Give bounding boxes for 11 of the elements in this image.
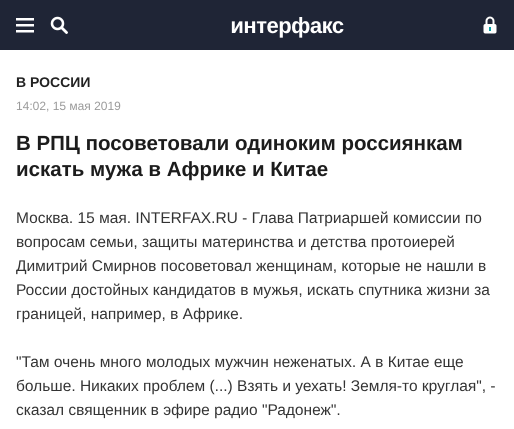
article-paragraph: Москва. 15 мая. INTERFAX.RU - Глава Патриаршей комиссии по вопросам семьи, защиты материнства и детства протоиерей Димитрий Смирнов посоветовал женщинам, которые не нашли в России достойных кандидатов в мужья, искать спутника жизни за границей, например, в Африке. (16, 209, 491, 325)
section-label: В РОССИИ (16, 73, 92, 92)
search-icon (50, 16, 68, 34)
logo[interactable]: интерфакс (230, 8, 344, 42)
lock-icon (483, 16, 497, 34)
article-title: В РПЦ посоветовали одиноким россиянкам искать мужа в Африке и Китае (16, 131, 464, 183)
article-paragraph: "Там очень много молодых мужчин неженатых. А в Китае еще больше. Никаких проблем (...) Взять и уехать! Земля-то круглая", - сказал священник в эфире радио "Радонеж". (16, 353, 497, 421)
search-button[interactable] (50, 16, 68, 34)
article-date: 14:02, 15 мая 2019 (16, 98, 122, 115)
menu-icon (16, 17, 34, 33)
menu-button[interactable] (16, 17, 34, 33)
